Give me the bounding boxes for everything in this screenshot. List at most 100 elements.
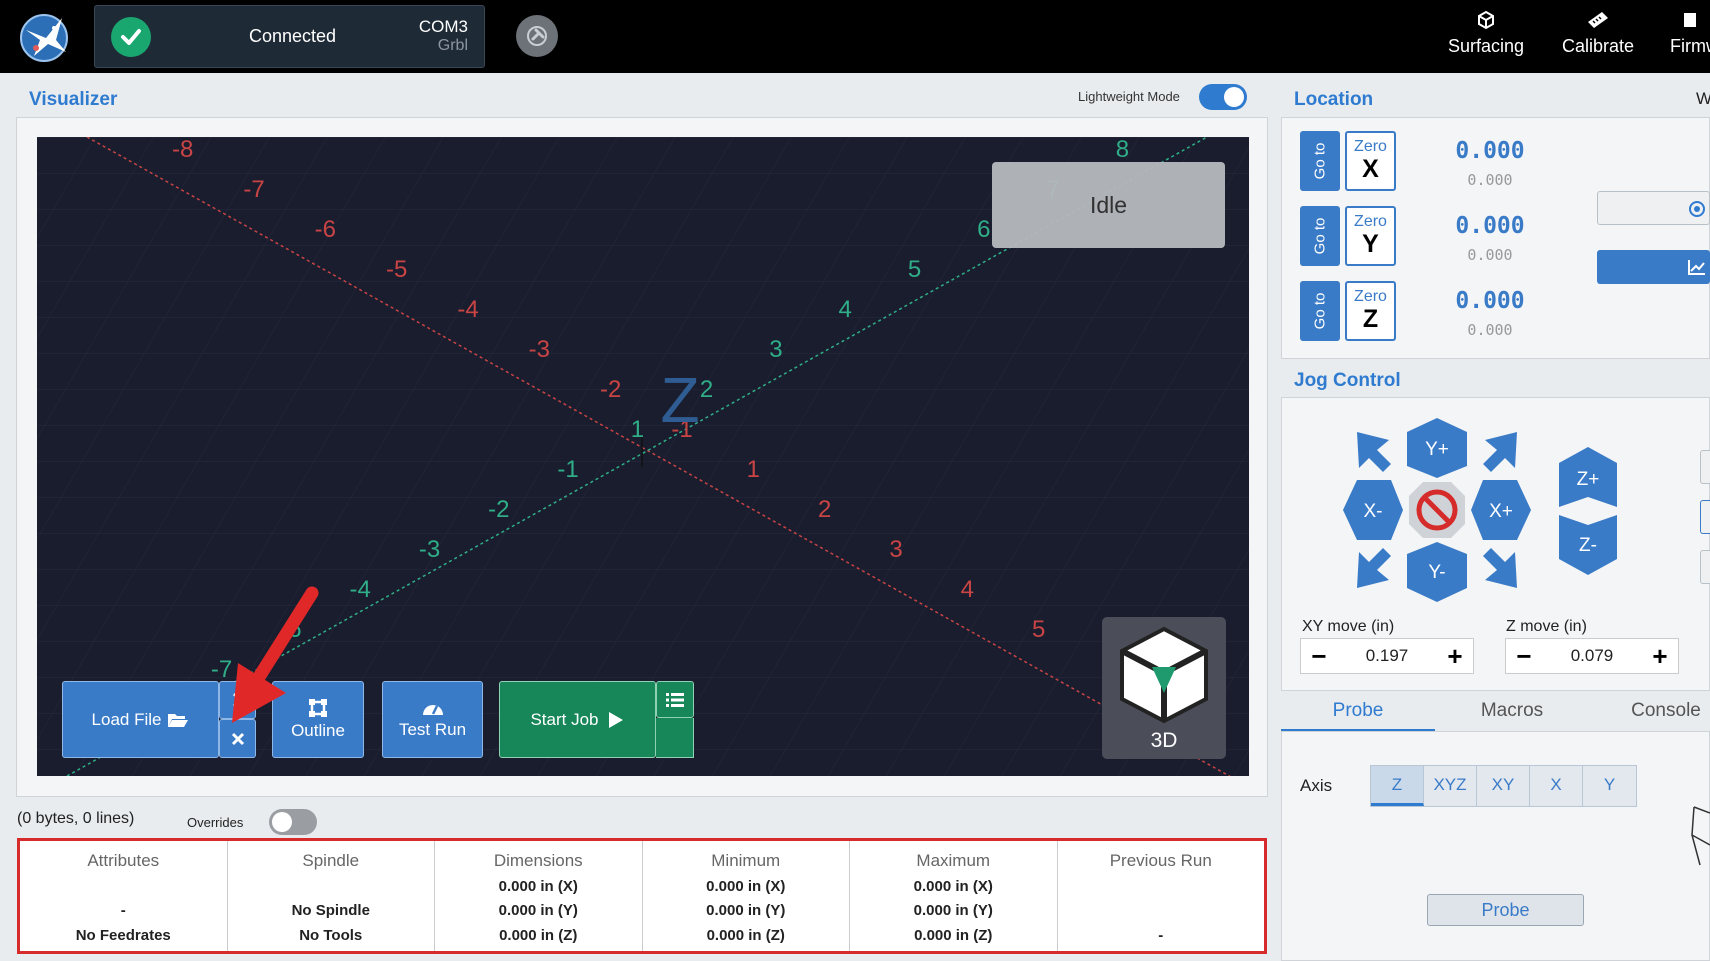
- nav-firmware[interactable]: Firmw: [1670, 10, 1710, 57]
- attr-line: 0.000 in (Y): [913, 902, 993, 919]
- plus-icon[interactable]: +: [1437, 639, 1473, 673]
- minus-icon[interactable]: −: [1506, 639, 1542, 673]
- y-axis-tick-label: -4: [350, 576, 371, 603]
- jog-side-button[interactable]: [1700, 500, 1710, 534]
- nav-label: Firmw: [1670, 36, 1710, 56]
- jog-y-minus-button[interactable]: Y-: [1407, 542, 1467, 602]
- x-axis-tick-label: -3: [529, 336, 550, 363]
- firmware-label: Grbl: [437, 37, 468, 54]
- probe-axis-xyz[interactable]: XYZ: [1424, 766, 1477, 806]
- y-axis-tick-label: -1: [557, 456, 578, 483]
- z-axis-label: Z: [660, 364, 699, 436]
- chart-line-icon: [1688, 260, 1705, 275]
- test-run-label: Test Run: [398, 719, 467, 739]
- attr-line: 0.000 in (Z): [914, 927, 993, 944]
- xy-move-label: XY move (in): [1302, 618, 1395, 635]
- connection-label: Connected: [249, 26, 337, 46]
- overrides-toggle[interactable]: [269, 809, 317, 835]
- jog-diagonal-up-right-button[interactable]: [1483, 432, 1517, 472]
- load-file-button[interactable]: Load File: [62, 681, 219, 758]
- test-run-button[interactable]: Test Run: [382, 681, 483, 758]
- jog-z-plus-button[interactable]: Z+: [1559, 447, 1617, 507]
- x-axis-tick-label: -8: [172, 137, 193, 163]
- goto-x-button[interactable]: Go to: [1300, 131, 1340, 191]
- x-axis-tick-label: 3: [889, 536, 902, 563]
- lightweight-mode-toggle[interactable]: [1199, 84, 1247, 110]
- x-axis-tick-label: 1: [747, 456, 760, 483]
- z-move-value[interactable]: 0.079: [1542, 639, 1642, 673]
- attr-line: 0.000 in (Y): [498, 902, 578, 919]
- visualizer-title: Visualizer: [29, 89, 118, 110]
- jog-x-plus-button[interactable]: X+: [1471, 480, 1531, 540]
- nav-calibrate[interactable]: Calibrate: [1562, 10, 1634, 57]
- disconnect-plug-button[interactable]: [516, 15, 558, 57]
- probe-button[interactable]: Probe: [1427, 894, 1584, 926]
- attr-header: Dimensions: [493, 851, 583, 870]
- attr-line: No Spindle: [291, 902, 370, 919]
- view-cube-button[interactable]: 3D: [1102, 617, 1226, 759]
- jog-side-button[interactable]: [1700, 550, 1710, 584]
- probe-axis-xy[interactable]: XY: [1477, 766, 1530, 806]
- gauge-icon: [422, 704, 443, 715]
- goto-all-button[interactable]: [1597, 250, 1710, 284]
- connection-status[interactable]: Connected COM3 Grbl: [94, 5, 485, 68]
- start-job-button-extension[interactable]: [656, 718, 694, 758]
- probe-axis-x[interactable]: X: [1530, 766, 1583, 806]
- zero-z-button[interactable]: Zero Z: [1345, 281, 1396, 341]
- play-icon: [608, 711, 623, 728]
- xy-move-stepper[interactable]: − 0.197 +: [1300, 638, 1474, 674]
- attr-col-dimensions: Dimensions 0.000 in (X) 0.000 in (Y) 0.0…: [435, 841, 643, 951]
- folder-open-icon: [168, 713, 189, 727]
- y-axis-tick-label: 8: [1116, 137, 1129, 163]
- jog-diagonal-up-left-button[interactable]: [1357, 432, 1391, 472]
- goto-y-button[interactable]: Go to: [1300, 206, 1340, 266]
- app-logo-icon: [16, 10, 72, 62]
- zero-all-button[interactable]: [1597, 191, 1710, 225]
- probe-axis-y[interactable]: Y: [1583, 766, 1636, 806]
- jog-z-minus-label: Z-: [1579, 535, 1597, 556]
- jog-diagonal-down-right-button[interactable]: [1483, 548, 1517, 588]
- cube-outline-icon: [1478, 10, 1495, 30]
- jog-control-title: Jog Control: [1294, 370, 1401, 391]
- jog-side-button[interactable]: [1700, 450, 1710, 484]
- goto-label: Go to: [1311, 217, 1329, 255]
- probe-axis-label: Axis: [1300, 776, 1333, 795]
- attr-header: Maximum: [916, 851, 991, 870]
- tab-probe[interactable]: Probe: [1281, 698, 1435, 732]
- goto-label: Go to: [1311, 292, 1329, 330]
- start-job-button[interactable]: Start Job: [499, 681, 656, 758]
- tab-console[interactable]: Console: [1589, 698, 1710, 732]
- zero-y-button[interactable]: Zero Y: [1345, 206, 1396, 266]
- job-options-button[interactable]: [656, 681, 694, 718]
- ruler-icon: [1588, 12, 1609, 28]
- machine-position-x: 0.000: [1467, 171, 1513, 189]
- z-move-stepper[interactable]: − 0.079 +: [1505, 638, 1679, 674]
- plug-icon: [527, 26, 547, 46]
- goto-label: Go to: [1311, 142, 1329, 180]
- nav-surfacing[interactable]: Surfacing: [1448, 10, 1524, 57]
- jog-stop-button[interactable]: [1409, 482, 1465, 538]
- annotation-arrow-icon: [232, 586, 319, 723]
- jog-z-minus-button[interactable]: Z-: [1559, 515, 1617, 575]
- minus-icon[interactable]: −: [1301, 639, 1337, 673]
- top-bar: Connected COM3 Grbl Surfacing Calibrate …: [0, 0, 1710, 73]
- jog-diagonal-down-left-button[interactable]: [1357, 548, 1391, 588]
- attr-col-spindle: Spindle No Spindle No Tools: [228, 841, 435, 951]
- attr-col-attributes: Attributes - No Feedrates: [20, 841, 228, 951]
- view-cube-label: 3D: [1150, 729, 1178, 752]
- goto-z-button[interactable]: Go to: [1300, 281, 1340, 341]
- jog-y-plus-button[interactable]: Y+: [1407, 418, 1467, 478]
- x-axis-tick-label: -4: [457, 296, 478, 323]
- tab-macros[interactable]: Macros: [1435, 698, 1589, 732]
- x-axis-tick-label: -6: [315, 216, 336, 243]
- xy-move-value[interactable]: 0.197: [1337, 639, 1437, 673]
- zero-x-button[interactable]: Zero X: [1345, 131, 1396, 191]
- jog-x-minus-button[interactable]: X-: [1343, 480, 1403, 540]
- view-cube-icon: [1120, 626, 1208, 724]
- attr-line: 0.000 in (X): [706, 878, 786, 895]
- probe-axis-z[interactable]: Z: [1371, 766, 1424, 806]
- plus-icon[interactable]: +: [1642, 639, 1678, 673]
- port-label: COM3: [418, 17, 468, 36]
- work-position-y: 0.000: [1455, 213, 1525, 239]
- y-axis-tick-label: 6: [977, 216, 990, 243]
